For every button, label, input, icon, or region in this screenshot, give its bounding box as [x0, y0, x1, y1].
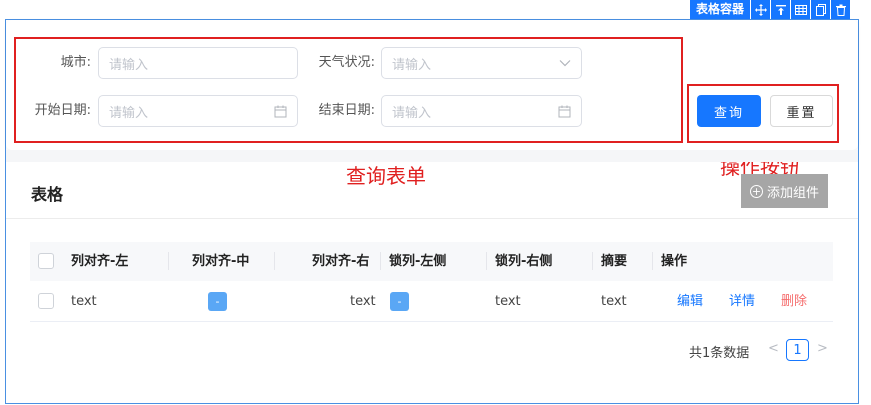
- column-separator: [168, 252, 169, 270]
- cell-summary: text: [601, 294, 627, 309]
- select-all-checkbox[interactable]: [38, 253, 54, 269]
- city-label: 城市:: [60, 55, 91, 70]
- column-header-actions: 操作: [661, 254, 688, 269]
- table-grid-icon[interactable]: [790, 0, 811, 19]
- plus-circle-icon: +: [749, 184, 763, 198]
- city-input-placeholder: 请输入: [109, 57, 149, 73]
- add-component-button[interactable]: + 添加组件: [741, 174, 828, 208]
- end-date-placeholder: 请输入: [392, 105, 432, 121]
- edit-link[interactable]: 编辑: [677, 281, 703, 322]
- cell-align-right: text: [350, 294, 376, 309]
- row-checkbox[interactable]: [38, 293, 54, 309]
- chevron-down-icon: [559, 59, 571, 67]
- cell-align-center-tag: -: [208, 292, 227, 311]
- calendar-icon: [558, 105, 571, 118]
- column-separator: [380, 252, 381, 270]
- column-separator: [652, 252, 653, 270]
- pagination-page-1[interactable]: 1: [786, 339, 809, 361]
- start-date-placeholder: 请输入: [109, 105, 149, 121]
- container-title: 表格容器: [690, 0, 751, 19]
- column-header-lock-left: 锁列-左侧: [389, 254, 447, 269]
- start-date-picker[interactable]: 请输入: [98, 95, 298, 127]
- query-button[interactable]: 查询: [697, 95, 761, 127]
- section-gap: [6, 150, 858, 162]
- weather-select-placeholder: 请输入: [392, 57, 432, 73]
- reset-button[interactable]: 重置: [770, 95, 833, 127]
- calendar-icon: [274, 105, 287, 118]
- column-header-align-left: 列对齐-左: [71, 254, 129, 269]
- table-title: 表格: [31, 185, 64, 204]
- column-header-align-right: 列对齐-右: [312, 254, 370, 269]
- end-date-picker[interactable]: 请输入: [381, 95, 582, 127]
- weather-select[interactable]: 请输入: [381, 47, 582, 79]
- column-header-align-center: 列对齐-中: [192, 254, 250, 269]
- city-input[interactable]: 请输入: [98, 47, 298, 79]
- section-divider: [6, 218, 858, 219]
- details-link[interactable]: 详情: [729, 281, 755, 322]
- cell-align-left: text: [71, 294, 97, 309]
- cell-lock-right: text: [495, 294, 521, 309]
- align-top-icon[interactable]: [770, 0, 791, 19]
- container-toolbar: 表格容器: [690, 0, 851, 19]
- table-row: text - text - text text 编辑 详情 删除: [30, 281, 833, 322]
- column-header-summary: 摘要: [601, 254, 628, 269]
- column-separator: [592, 252, 593, 270]
- delete-link[interactable]: 删除: [781, 281, 807, 322]
- table-header: 列对齐-左 列对齐-中 列对齐-右 锁列-左侧 锁列-右侧 摘要 操作: [30, 242, 833, 281]
- query-form-card: [6, 20, 858, 150]
- column-separator: [274, 252, 275, 270]
- cell-lock-left-tag: -: [390, 292, 409, 311]
- delete-icon[interactable]: [830, 0, 851, 19]
- add-component-label: 添加组件: [766, 185, 819, 201]
- column-separator: [486, 252, 487, 270]
- pagination-prev-icon[interactable]: <: [768, 341, 779, 356]
- pagination-total: 共1条数据: [689, 346, 750, 361]
- pagination-next-icon[interactable]: >: [817, 341, 828, 356]
- weather-label: 天气状况:: [318, 55, 375, 70]
- start-date-label: 开始日期:: [34, 103, 91, 118]
- copy-icon[interactable]: [810, 0, 831, 19]
- column-header-lock-right: 锁列-右侧: [495, 254, 553, 269]
- query-form-annotation-label: 查询表单: [346, 164, 426, 188]
- move-icon[interactable]: [750, 0, 771, 19]
- end-date-label: 结束日期:: [318, 103, 375, 118]
